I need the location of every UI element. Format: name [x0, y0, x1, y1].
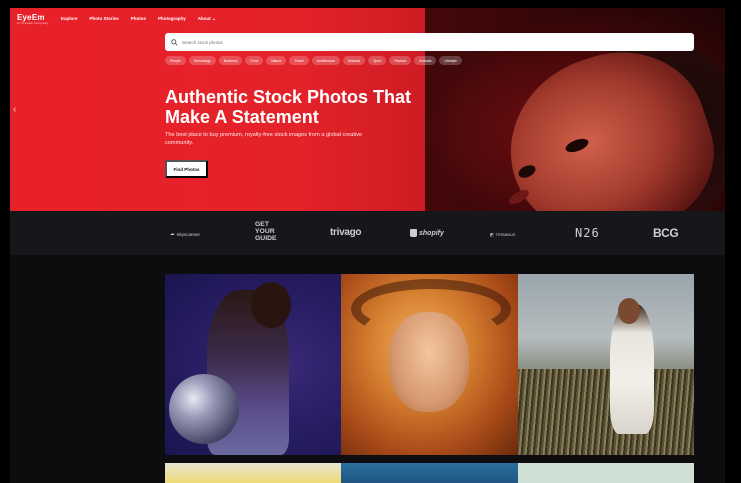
photo-tile-swirl-portrait[interactable]: [341, 274, 518, 455]
shopify-text: shopify: [419, 229, 444, 237]
chip-food[interactable]: Food: [245, 56, 264, 65]
nav-link-photos[interactable]: Photos: [131, 16, 146, 22]
chip-business[interactable]: Business: [218, 56, 243, 65]
terminus-text: TERMINUS: [495, 232, 516, 237]
search-input[interactable]: [182, 39, 482, 45]
getyourguide-logo: GET YOUR GUIDE: [255, 221, 285, 242]
bcg-logo: BCG: [653, 226, 679, 240]
trivago-logo: trivago: [330, 227, 362, 238]
getyourguide-text: GET YOUR GUIDE: [255, 221, 277, 242]
category-chips: People Technology Business Food Nature T…: [165, 56, 462, 65]
nav-link-photo-stories[interactable]: Photo Stories: [90, 16, 119, 22]
chevron-left-icon[interactable]: ‹: [13, 104, 21, 116]
skyscanner-text: Skyscanner: [176, 231, 201, 237]
client-logos-strip: ☁ Skyscanner GET YOUR GUIDE trivago shopi…: [10, 211, 725, 255]
photo-grass: [518, 369, 694, 455]
hero-banner: EyeEm by Freepik Company Explore Photo S…: [10, 8, 725, 211]
photo-subject-head: [618, 298, 640, 324]
nav-link-explore[interactable]: Explore: [61, 16, 78, 22]
photo-tile-partial-2[interactable]: [341, 463, 518, 483]
skyscanner-icon: ☁: [170, 231, 175, 236]
chip-travel[interactable]: Travel: [289, 56, 309, 65]
chip-animals[interactable]: Animals: [414, 56, 437, 65]
photo-subject-face: [389, 312, 469, 412]
disco-ball: [169, 374, 239, 444]
find-photos-button[interactable]: Find Photos: [165, 160, 208, 178]
search-bar[interactable]: [165, 33, 694, 51]
terminus-logo: ◩ TERMINUS: [490, 232, 516, 238]
chip-people[interactable]: People: [165, 56, 186, 65]
hero-headline: Authentic Stock Photos That Make A State…: [165, 87, 412, 127]
photo-tile-partial-1[interactable]: [165, 463, 341, 483]
nav-link-label: Photo Stories: [89, 16, 119, 21]
top-navigation: Explore Photo Stories Photos Photography…: [61, 16, 216, 22]
chip-lifestyle[interactable]: Lifestyle: [439, 56, 462, 65]
shopify-logo: shopify: [410, 229, 444, 237]
app-frame: EyeEm by Freepik Company Explore Photo S…: [10, 8, 725, 483]
shopify-bag-icon: [410, 229, 417, 237]
photo-subject-head: [251, 282, 291, 328]
photo-tile-field-man[interactable]: [518, 274, 694, 455]
photo-tile-partial-3[interactable]: [518, 463, 694, 483]
brand-logo[interactable]: EyeEm by Freepik Company: [17, 13, 48, 25]
terminus-icon: ◩: [490, 233, 494, 237]
chip-nature[interactable]: Nature: [266, 56, 287, 65]
chip-fashion[interactable]: Fashion: [389, 56, 412, 65]
nav-link-about[interactable]: About ⌄: [198, 16, 216, 22]
logo-subtext: by Freepik Company: [17, 21, 49, 25]
search-icon: [171, 38, 178, 46]
chip-technology[interactable]: Technology: [188, 56, 216, 65]
chip-abstract[interactable]: Abstract: [342, 56, 366, 65]
chevron-down-icon: ⌄: [212, 16, 216, 21]
nav-link-label: About: [197, 16, 211, 21]
hero-subtext: The best place to buy premium, royalty-f…: [165, 132, 363, 146]
photo-tile-disco-ball[interactable]: [165, 274, 341, 455]
n26-logo: N26: [575, 226, 600, 240]
nav-link-photography[interactable]: Photography: [158, 16, 186, 22]
chip-sport[interactable]: Sport: [368, 56, 387, 65]
skyscanner-logo: ☁ Skyscanner: [170, 231, 200, 237]
chip-architecture[interactable]: Architecture: [311, 56, 340, 65]
